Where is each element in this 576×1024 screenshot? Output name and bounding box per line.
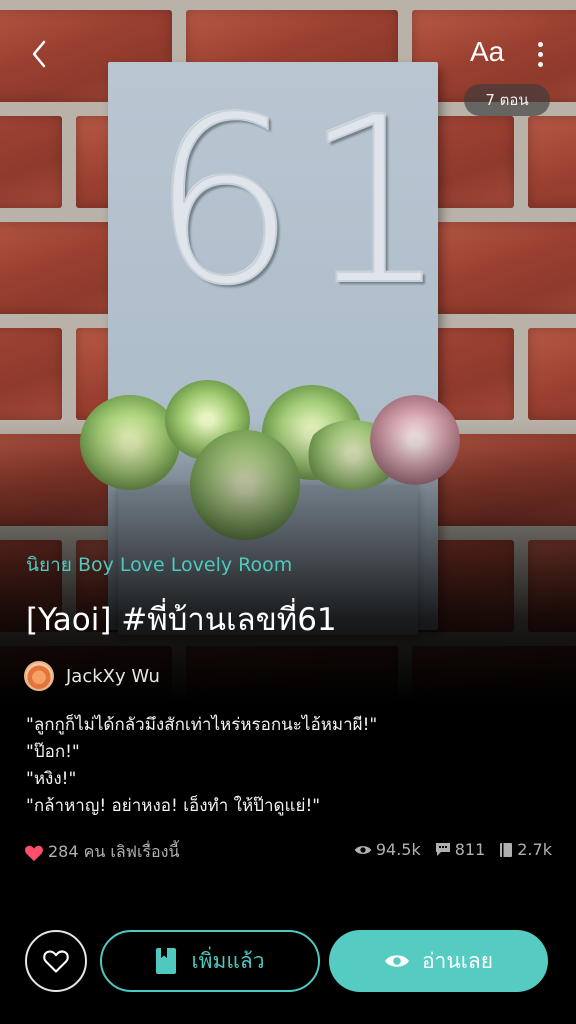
episode-count-badge[interactable]: 7 ตอน bbox=[464, 84, 550, 116]
author-row[interactable]: JackXy Wu bbox=[24, 660, 160, 692]
read-now-button[interactable]: อ่านเลย bbox=[329, 930, 548, 992]
more-options-button[interactable] bbox=[530, 40, 550, 70]
eye-icon bbox=[354, 845, 372, 854]
author-name: JackXy Wu bbox=[66, 665, 160, 687]
chapters-count: 2.7k bbox=[517, 840, 552, 859]
library-label: เพิ่มแล้ว bbox=[191, 948, 265, 973]
avatar bbox=[24, 661, 54, 691]
likes-text: 284 คน เลิฟเรื่องนี้ bbox=[48, 842, 180, 861]
comment-icon bbox=[435, 843, 450, 856]
eye-icon bbox=[385, 955, 409, 967]
views-count: 94.5k bbox=[375, 840, 421, 859]
heart-icon bbox=[43, 950, 69, 973]
back-button[interactable] bbox=[22, 36, 58, 72]
chapters-stat: 2.7k bbox=[499, 840, 552, 859]
favorite-button[interactable] bbox=[25, 930, 87, 992]
top-bar: Aa 7 ตอน bbox=[0, 0, 576, 120]
comments-stat: 811 bbox=[435, 840, 486, 859]
synopsis-line: "หงิง!" bbox=[26, 769, 77, 789]
story-stats: 284 คน เลิฟเรื่องนี้ 94.5k 811 2.7k bbox=[24, 838, 552, 866]
story-title: [Yaoi] #พี่บ้านเลขที่61 bbox=[26, 602, 337, 638]
views-stat: 94.5k bbox=[354, 840, 421, 859]
read-label: อ่านเลย bbox=[421, 948, 494, 973]
chevron-left-icon bbox=[32, 40, 46, 68]
house-number: 61 bbox=[149, 69, 455, 336]
synopsis-line: "ป๊อก!" bbox=[26, 742, 80, 762]
font-size-button[interactable]: Aa bbox=[470, 36, 516, 72]
story-category[interactable]: นิยาย Boy Love Lovely Room bbox=[26, 550, 292, 580]
synopsis-line: "ลูกกูก็ไม่ได้กลัวมึงสักเท่าไหร่หรอกนะไอ… bbox=[26, 715, 378, 735]
likes-stat: 284 คน เลิฟเรื่องนี้ bbox=[24, 840, 179, 865]
comments-count: 811 bbox=[454, 840, 486, 859]
add-to-library-button[interactable]: เพิ่มแล้ว bbox=[100, 930, 320, 992]
synopsis-line: "กล้าหาญ! อย่าหงอ! เอ็งทำ ให้ป๊าดูแย่!" bbox=[26, 796, 321, 816]
action-bar: เพิ่มแล้ว อ่านเลย bbox=[0, 928, 576, 992]
story-synopsis: "ลูกกูก็ไม่ได้กลัวมึงสักเท่าไหร่หรอกนะไอ… bbox=[26, 712, 566, 820]
heart-icon bbox=[25, 845, 43, 861]
font-size-icon: Aa bbox=[470, 36, 505, 67]
bookmark-icon bbox=[156, 948, 177, 974]
story-metrics: 94.5k 811 2.7k bbox=[354, 840, 552, 859]
book-icon bbox=[500, 842, 513, 857]
